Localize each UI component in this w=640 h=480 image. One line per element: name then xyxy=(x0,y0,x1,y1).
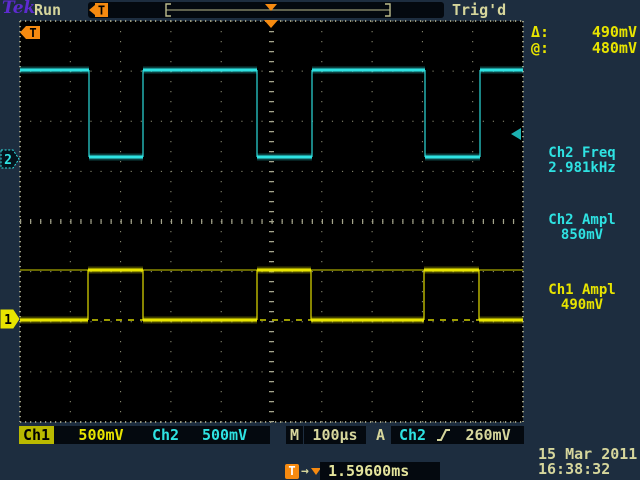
trigger-t-flag-label: T xyxy=(29,26,36,40)
acquisition-state: Run xyxy=(34,1,61,19)
ch1-scale-readout[interactable]: 500mV xyxy=(54,426,148,444)
measurement-value: 490mV xyxy=(526,298,638,313)
ch2-ground-marker-label: 2 xyxy=(4,153,12,168)
measurement-ch1-ampl: Ch1 Ampl 490mV xyxy=(526,283,638,313)
measurement-ch2-ampl: Ch2 Ampl 850mV xyxy=(526,213,638,243)
delay-time-readout[interactable]: 1.59600ms xyxy=(320,462,440,480)
rising-edge-icon xyxy=(434,427,452,443)
record-view-t-label: T xyxy=(98,4,105,18)
timebase-m-label: M xyxy=(286,426,303,444)
measurement-value: 2.981kHz xyxy=(526,161,638,176)
trigger-source-label: Ch2 xyxy=(391,426,426,444)
measurement-label: Ch2 Freq xyxy=(526,146,638,161)
measurement-label: Ch1 Ampl xyxy=(526,283,638,298)
delay-indicator: T → xyxy=(285,463,322,479)
ch1-ground-marker-label: 1 xyxy=(4,313,12,328)
measurement-label: Ch2 Ampl xyxy=(526,213,638,228)
trigger-a-label: A xyxy=(376,426,385,444)
trigger-readout[interactable]: Ch2 260mV xyxy=(391,426,524,444)
delay-arrow-icon: → xyxy=(301,464,309,479)
oscilloscope-screen: T21T Tek Run Trig'd Δ: 490mV @: 480mV Ch… xyxy=(0,0,640,480)
trigger-level-value: 260mV xyxy=(452,426,524,444)
ch2-channel-label: Ch2 xyxy=(148,426,179,444)
timebase-readout[interactable]: 100µs xyxy=(304,426,366,444)
ch1-channel-chip[interactable]: Ch1 xyxy=(19,426,54,444)
measurement-ch2-freq: Ch2 Freq 2.981kHz xyxy=(526,146,638,176)
delay-t-icon: T xyxy=(285,464,299,479)
ch2-scale-readout[interactable]: Ch2 500mV xyxy=(148,426,270,444)
trigger-status: Trig'd xyxy=(452,1,506,19)
time-display: 16:38:32 xyxy=(538,460,610,478)
cursor-at-value: 480mV xyxy=(592,39,637,57)
tek-logo: Tek xyxy=(2,0,35,18)
measurement-value: 850mV xyxy=(526,228,638,243)
cursor-at-readout: @: 480mV xyxy=(531,39,637,57)
ch2-scale-value: 500mV xyxy=(179,426,270,444)
cursor-at-label: @: xyxy=(531,39,549,57)
